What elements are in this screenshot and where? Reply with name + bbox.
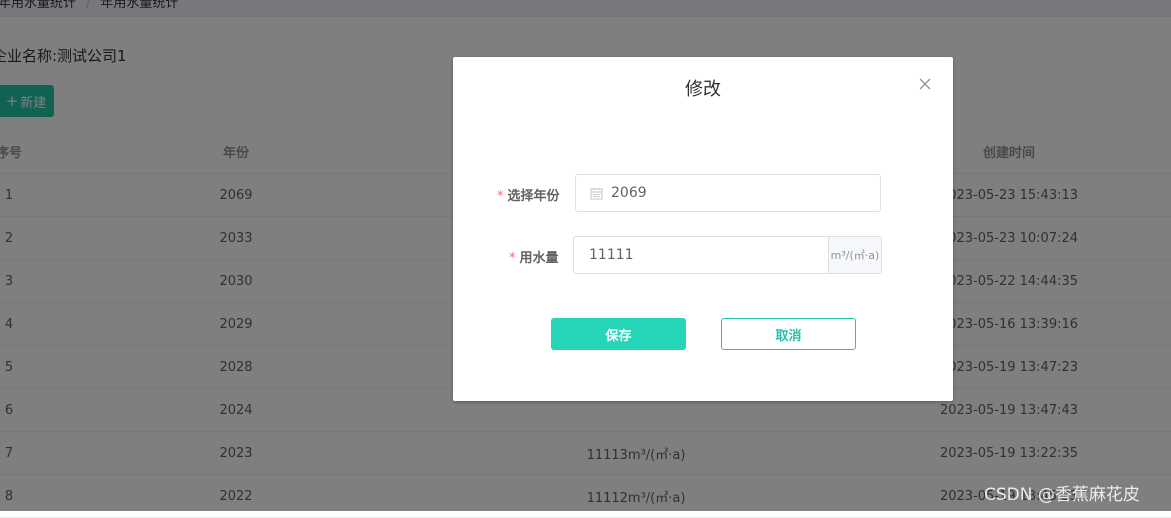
required-mark: * [497, 189, 504, 204]
save-button[interactable]: 保存 [551, 318, 686, 350]
calendar-icon [590, 187, 603, 199]
water-usage-field[interactable]: 11111 m³/(㎡·a) [573, 236, 882, 274]
water-form-label: * 用水量 [509, 247, 559, 266]
year-value: 2069 [611, 185, 647, 201]
edit-dialog: 修改 * 选择年份 2069 * 用水量 11111 m³/(㎡·a) 保存 取消 [453, 57, 953, 401]
water-usage-value[interactable]: 11111 [574, 237, 828, 273]
year-picker[interactable]: 2069 [575, 174, 881, 212]
year-form-label: * 选择年份 [497, 185, 560, 204]
watermark: CSDN @香蕉麻花皮 [984, 485, 1140, 505]
dialog-title: 修改 [685, 79, 721, 100]
water-label-text: 用水量 [519, 251, 559, 266]
close-icon[interactable] [917, 76, 933, 92]
year-label-text: 选择年份 [507, 189, 560, 204]
required-mark: * [509, 251, 516, 266]
water-usage-unit: m³/(㎡·a) [828, 237, 881, 273]
cancel-button[interactable]: 取消 [721, 318, 856, 350]
